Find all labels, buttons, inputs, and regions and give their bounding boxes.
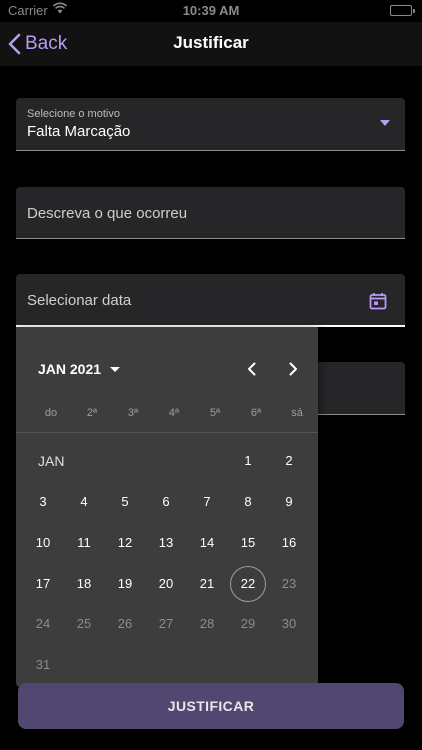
caret-down-icon: [380, 120, 390, 126]
month-label: JAN: [38, 453, 65, 469]
reason-value: Falta Marcação: [27, 123, 131, 140]
description-placeholder: Descreva o que ocorreu: [27, 205, 188, 222]
calendar-day: 31: [35, 657, 51, 672]
divider: [16, 432, 318, 433]
calendar-day[interactable]: 16: [271, 525, 307, 561]
description-input[interactable]: Descreva o que ocorreu: [16, 187, 405, 239]
calendar-day[interactable]: 14: [189, 525, 225, 561]
calendar-day: 25: [76, 616, 92, 631]
calendar-day: 26: [117, 616, 133, 631]
calendar-day[interactable]: 18: [66, 566, 102, 602]
chevron-right-icon: [289, 362, 297, 376]
calendar-day[interactable]: 20: [148, 566, 184, 602]
calendar-day[interactable]: 2: [271, 443, 307, 479]
calendar-day[interactable]: 3: [25, 484, 61, 520]
month-year-label: JAN 2021: [38, 361, 102, 377]
justify-button[interactable]: JUSTIFICAR: [18, 683, 404, 729]
next-month-button[interactable]: [283, 359, 303, 379]
weekday-label: 6ª: [250, 407, 262, 419]
calendar-day[interactable]: 11: [66, 525, 102, 561]
calendar-day-selected[interactable]: 22: [230, 566, 266, 602]
calendar-day: 30: [281, 616, 297, 631]
weekday-label: 3ª: [127, 407, 139, 419]
calendar-day[interactable]: 12: [107, 525, 143, 561]
calendar-day[interactable]: 17: [25, 566, 61, 602]
calendar-day[interactable]: 6: [148, 484, 184, 520]
weekday-header: do 2ª 3ª 4ª 5ª 6ª sá: [24, 407, 310, 423]
weekday-label: 4ª: [168, 407, 180, 419]
calendar-day: 23: [281, 576, 297, 591]
clock: 10:39 AM: [182, 3, 240, 18]
calendar-day[interactable]: 7: [189, 484, 225, 520]
calendar-day[interactable]: 21: [189, 566, 225, 602]
previous-month-button[interactable]: [242, 359, 262, 379]
calendar-day[interactable]: 10: [25, 525, 61, 561]
page-title: Justificar: [173, 33, 249, 52]
weekday-label: 5ª: [209, 407, 221, 419]
date-input[interactable]: Selecionar data: [16, 274, 405, 327]
weekday-label: 2ª: [86, 407, 98, 419]
calendar-day[interactable]: 1: [230, 443, 266, 479]
calendar-day[interactable]: 4: [66, 484, 102, 520]
calendar-day: 24: [35, 616, 51, 631]
calendar-day: 29: [240, 616, 256, 631]
nav-bar: Back Justificar: [0, 22, 422, 66]
weekday-label: do: [44, 407, 58, 419]
date-placeholder: Selecionar data: [27, 292, 132, 309]
calendar-day: 28: [199, 616, 215, 631]
chevron-left-icon: [248, 362, 256, 376]
calendar-day[interactable]: 19: [107, 566, 143, 602]
month-year-selector[interactable]: JAN 2021: [38, 361, 121, 377]
caret-down-icon: [110, 366, 121, 372]
reason-select[interactable]: Selecione o motivo Falta Marcação: [16, 98, 405, 151]
battery-icon: [390, 5, 415, 16]
weekday-label: sá: [291, 407, 303, 419]
calendar-day[interactable]: 9: [271, 484, 307, 520]
calendar-day[interactable]: 8: [230, 484, 266, 520]
status-bar: Carrier 10:39 AM: [0, 0, 422, 22]
calendar-day[interactable]: 15: [230, 525, 266, 561]
calendar-day[interactable]: 5: [107, 484, 143, 520]
calendar-day: 27: [158, 616, 174, 631]
calendar-icon[interactable]: [369, 292, 387, 315]
date-picker: JAN 2021 do 2ª 3ª 4ª 5ª 6ª sá JAN 1 2 3 4 5 6 7 8 9 10 1…: [16, 327, 318, 687]
calendar-day[interactable]: 13: [148, 525, 184, 561]
reason-label: Selecione o motivo: [27, 108, 120, 120]
